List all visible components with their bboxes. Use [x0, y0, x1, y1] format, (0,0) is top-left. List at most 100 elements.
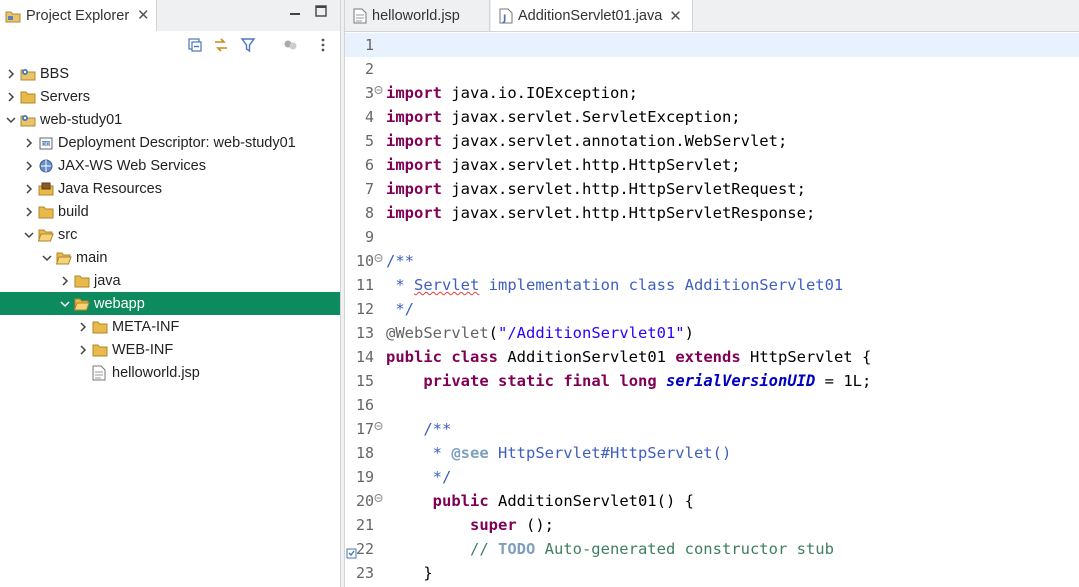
code-line[interactable]: 11 * Servlet implementation class Additi… [345, 273, 1079, 297]
code-token: // [386, 540, 498, 558]
svg-text:DD: DD [42, 142, 50, 148]
code-token: TODO [497, 540, 536, 558]
code-token: */ [386, 468, 452, 486]
code-token: static [498, 372, 554, 390]
chevron-right-icon[interactable] [22, 136, 36, 150]
chevron-right-icon[interactable] [76, 343, 90, 357]
close-icon[interactable]: ✕ [137, 6, 150, 24]
code-area[interactable]: 1 2 3 import java.io.IOException; 4 import ja… [345, 31, 1079, 587]
code-line[interactable]: 6 import javax.servlet.http.HttpServlet; [345, 153, 1079, 177]
collapse-all-icon[interactable] [187, 37, 203, 53]
tree-item-bbs[interactable]: BBS [0, 62, 340, 85]
minimize-icon[interactable] [288, 4, 302, 21]
tree-item-src[interactable]: src [0, 223, 340, 246]
chevron-down-icon[interactable] [4, 113, 18, 127]
code-line[interactable]: 20 public AdditionServlet01() { [345, 489, 1079, 513]
tree-item-webapp[interactable]: webapp [0, 292, 340, 315]
chevron-right-icon[interactable] [22, 159, 36, 173]
code-text: import javax.servlet.http.HttpServlet; [386, 153, 741, 177]
code-token: HttpServlet { [740, 348, 872, 366]
maximize-icon[interactable] [314, 4, 328, 21]
chevron-right-icon[interactable] [4, 67, 18, 81]
explorer-tab-bar: Project Explorer ✕ [0, 0, 340, 32]
folder-open-icon [37, 227, 54, 243]
code-text: import javax.servlet.http.HttpServletReq… [386, 177, 806, 201]
code-line[interactable]: 16 [345, 393, 1079, 417]
chevron-down-icon[interactable] [22, 228, 36, 242]
chevron-down-icon[interactable] [58, 297, 72, 311]
code-token: long [619, 372, 657, 390]
code-line[interactable]: 13 @WebServlet("/AdditionServlet01") [345, 321, 1079, 345]
tree-item-deployment-descriptor-web-study01[interactable]: DD Deployment Descriptor: web-study01 [0, 131, 340, 154]
code-line[interactable]: 23 } [345, 561, 1079, 585]
chevron-right-icon[interactable] [4, 90, 18, 104]
tree-item-build[interactable]: build [0, 200, 340, 223]
code-token: /** [386, 420, 452, 438]
code-token: java.io.IOException; [451, 84, 638, 102]
line-number: 20 [355, 492, 374, 510]
jsp-file-icon [92, 365, 108, 381]
tree-item-helloworld-jsp[interactable]: helloworld.jsp [0, 361, 340, 384]
chevron-right-icon[interactable] [76, 320, 90, 334]
tree-item-meta-inf[interactable]: META-INF [0, 315, 340, 338]
project-explorer-icon [5, 11, 21, 22]
code-line[interactable]: 18 * @see HttpServlet#HttpServlet() [345, 441, 1079, 465]
code-line[interactable]: 10 /** [345, 249, 1079, 273]
chevron-right-icon[interactable] [58, 274, 72, 288]
project-icon [20, 66, 36, 82]
code-token: * [386, 444, 452, 462]
chevron-right-icon[interactable] [22, 182, 36, 196]
tree-item-java[interactable]: java [0, 269, 340, 292]
tree-item-web-study01[interactable]: web-study01 [0, 108, 340, 131]
code-token: import [386, 180, 442, 198]
editor-tab-label: helloworld.jsp [372, 7, 460, 24]
code-line[interactable]: 3 import java.io.IOException; [345, 81, 1079, 105]
chevron-right-icon[interactable] [22, 205, 36, 219]
code-line[interactable]: 9 [345, 225, 1079, 249]
code-line[interactable]: 12 */ [345, 297, 1079, 321]
code-line[interactable]: 21 super (); [345, 513, 1079, 537]
code-line[interactable]: 15 private static final long serialVersi… [345, 369, 1079, 393]
line-number: 5 [364, 132, 374, 150]
tree-item-web-inf[interactable]: WEB-INF [0, 338, 340, 361]
code-line[interactable]: 8 import javax.servlet.http.HttpServletRe… [345, 201, 1079, 225]
close-icon[interactable]: ✕ [669, 7, 682, 25]
project-icon [20, 112, 36, 128]
tree-item-main[interactable]: main [0, 246, 340, 269]
chevron-down-icon[interactable] [40, 251, 54, 265]
code-line[interactable]: 7 import javax.servlet.http.HttpServletRe… [345, 177, 1079, 201]
line-number: 17 [355, 420, 374, 438]
tab-helloworld-jsp[interactable]: helloworld.jsp [345, 0, 490, 31]
code-line[interactable]: 19 */ [345, 465, 1079, 489]
code-line[interactable]: 4 import javax.servlet.ServletException; [345, 105, 1079, 129]
code-token: final [563, 372, 611, 390]
tree-item-label: WEB-INF [112, 341, 174, 358]
filter-icon[interactable] [240, 37, 256, 53]
tree-item-java-resources[interactable]: Java Resources [0, 177, 340, 200]
focus-icon[interactable] [282, 37, 298, 53]
tree-item-jax-ws-web-services[interactable]: JAX-WS Web Services [0, 154, 340, 177]
tree-item-label: BBS [40, 65, 70, 82]
code-line[interactable]: 2 [345, 57, 1079, 81]
folder-icon [38, 204, 54, 220]
line-number: 10 [355, 252, 374, 270]
code-token: implementation class AdditionServlet01 [479, 276, 844, 294]
line-number: 21 [355, 516, 374, 534]
code-line[interactable]: 5 import javax.servlet.annotation.WebServ… [345, 129, 1079, 153]
view-menu-icon[interactable] [315, 37, 331, 53]
code-text: public AdditionServlet01() { [386, 489, 694, 513]
code-line[interactable]: 22 // TODO Auto-generated constructor st… [345, 537, 1079, 561]
code-token: import [386, 156, 442, 174]
tab-project-explorer[interactable]: Project Explorer ✕ [0, 0, 157, 31]
tab-additionservlet01-java[interactable]: J AdditionServlet01.java ✕ [491, 0, 693, 31]
code-line[interactable]: 17 /** [345, 417, 1079, 441]
editor-tab-label: AdditionServlet01.java [518, 7, 663, 24]
code-line[interactable]: 1 [345, 33, 1079, 57]
code-line[interactable]: 14 public class AdditionServlet01 extends… [345, 345, 1079, 369]
tree-item-servers[interactable]: Servers [0, 85, 340, 108]
link-with-editor-icon[interactable] [213, 37, 229, 53]
deployment-descriptor-icon: DD [38, 135, 54, 151]
